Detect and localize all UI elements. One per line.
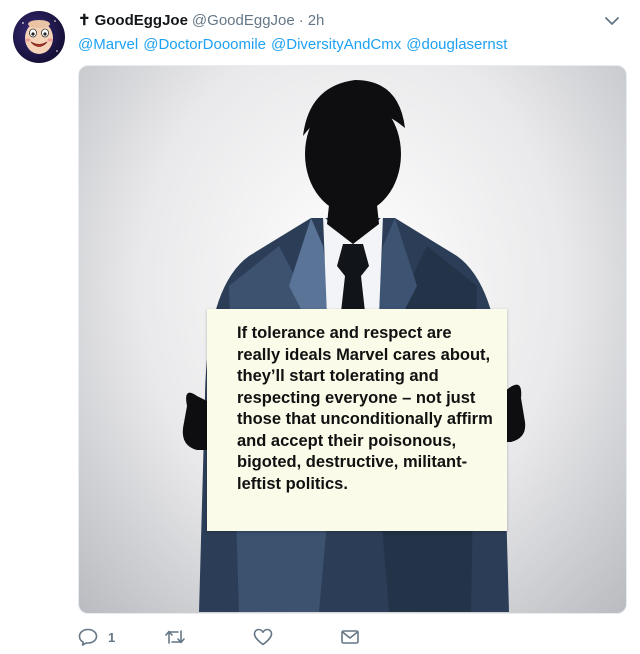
heart-icon [253,628,273,646]
direct-message-button[interactable] [340,626,360,648]
tweet[interactable]: ✝ GoodEggJoe @GoodEggJoe · 2h @Marvel @Doctor… [0,0,640,654]
retweet-icon [165,630,185,644]
mention-link[interactable]: @DoctorDooomile [143,36,266,53]
retweet-button[interactable] [164,626,186,648]
tweet-timestamp[interactable]: 2h [308,12,325,29]
tweet-image[interactable]: If tolerance and respect are really idea… [78,65,627,614]
avatar[interactable] [13,11,65,63]
reply-button[interactable]: 1 [78,626,115,648]
tweet-menu-button[interactable] [604,14,620,26]
mention-link[interactable]: @Marvel [78,36,138,53]
reply-count: 1 [108,629,116,645]
header-separator: · [298,12,304,29]
display-name[interactable]: GoodEggJoe [95,12,188,29]
envelope-icon [341,630,359,644]
sign-text: If tolerance and respect are really idea… [237,324,493,493]
cartoon-egg-avatar-icon [22,20,58,54]
chevron-down-icon [605,17,619,25]
mention-link[interactable]: @douglasernst [406,36,507,53]
mentions: @Marvel @DoctorDooomile @DiversityAndCmx @d… [78,35,512,55]
like-button[interactable] [253,626,273,648]
reply-icon [78,628,98,646]
user-handle[interactable]: @GoodEggJoe [192,12,295,29]
cross-icon: ✝ [78,12,91,29]
mention-link[interactable]: @DiversityAndCmx [271,36,401,53]
protest-sign: If tolerance and respect are really idea… [207,309,507,531]
tweet-actions: 1 [78,626,618,648]
tweet-header: ✝ GoodEggJoe @GoodEggJoe · 2h [78,11,600,31]
